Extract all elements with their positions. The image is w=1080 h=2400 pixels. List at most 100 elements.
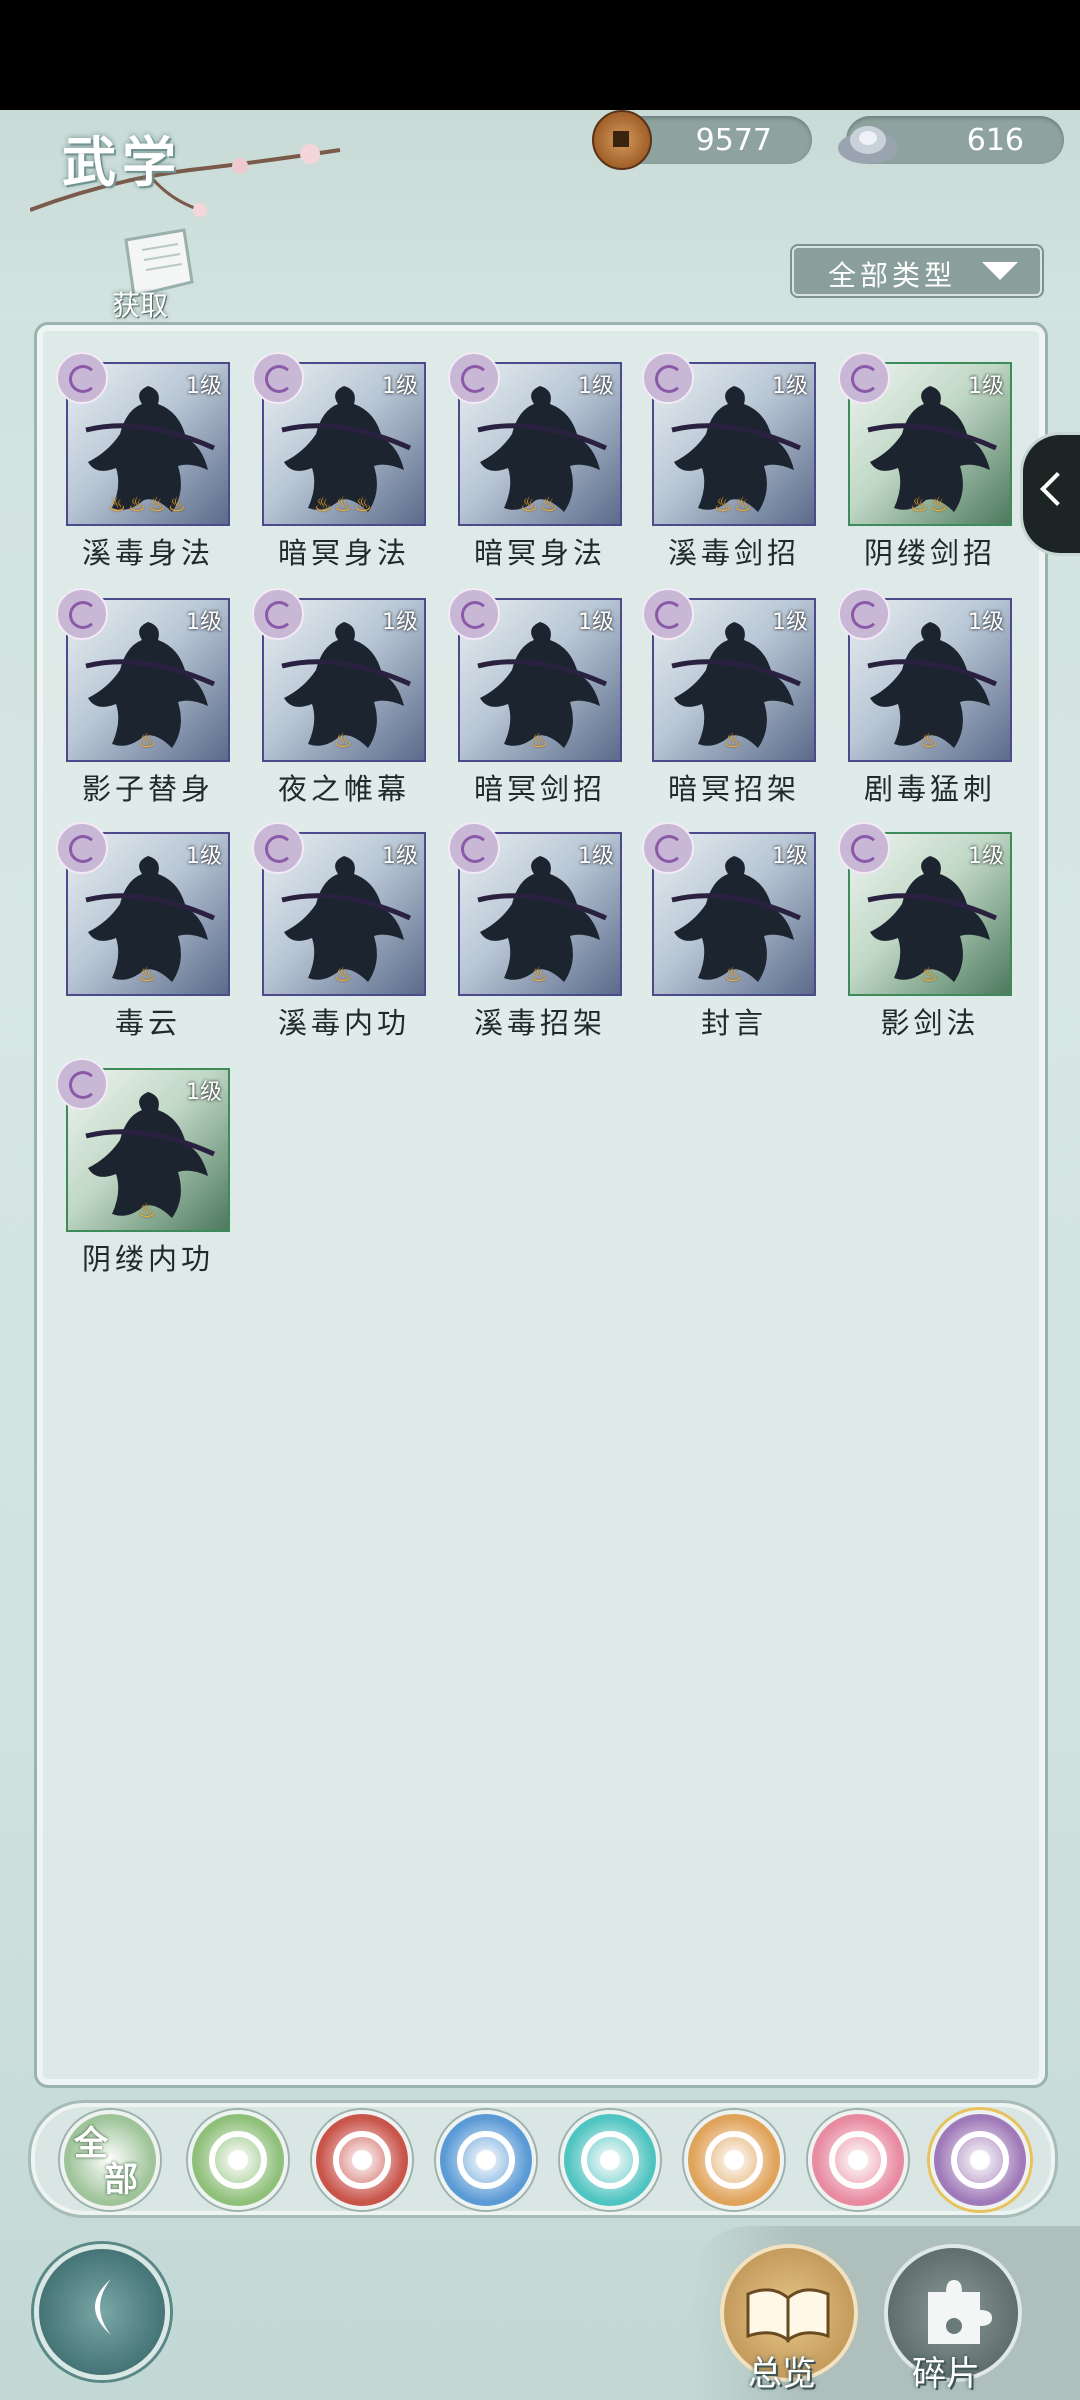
shield-icon <box>705 2131 763 2189</box>
rose-icon <box>252 588 304 640</box>
flame-icon: ♨ <box>334 728 354 752</box>
skill-level: 1级 <box>186 844 222 869</box>
skill-level: 1级 <box>578 374 614 399</box>
skill-name: 阴缕内功 <box>81 1242 214 1276</box>
flame-icon: ♨♨ <box>520 492 560 516</box>
skill-card[interactable]: 1级 ♨♨♨♨ <box>56 352 230 528</box>
flame-icon: ♨ <box>724 728 744 752</box>
rose-icon <box>642 588 694 640</box>
status-bar <box>0 0 1080 110</box>
skill-level: 1级 <box>578 610 614 635</box>
flame-icon: ♨ <box>138 962 158 986</box>
flame-icon: ♨ <box>920 728 940 752</box>
silver-currency: 616 <box>838 116 1064 164</box>
skill-level: 1级 <box>968 374 1004 399</box>
rose-icon <box>56 588 108 640</box>
skill-name: 溪毒内功 <box>277 1006 410 1040</box>
fragments-label[interactable]: 碎片 <box>912 2346 980 2395</box>
rose-icon <box>838 588 890 640</box>
skill-card[interactable]: 1级 ♨ <box>448 822 622 998</box>
copper-currency: 9577 <box>592 110 812 170</box>
rose-icon <box>56 352 108 404</box>
skill-name: 暗冥剑招 <box>473 772 606 806</box>
skill-level: 1级 <box>968 610 1004 635</box>
back-arrow-icon <box>95 2279 111 2335</box>
back-button[interactable] <box>34 2244 170 2380</box>
flame-icon: ♨ <box>138 728 158 752</box>
skill-card[interactable]: 1级 ♨ <box>448 588 622 764</box>
skill-level: 1级 <box>578 844 614 869</box>
skill-level: 1级 <box>186 1080 222 1105</box>
skill-level: 1级 <box>772 610 808 635</box>
skill-card[interactable]: 1级 ♨ <box>838 822 1012 998</box>
flame-icon: ♨♨♨♨ <box>108 492 188 516</box>
copper-amount: 9577 <box>695 123 772 158</box>
flame-icon: ♨♨♨ <box>314 492 374 516</box>
flame-icon: ♨ <box>334 962 354 986</box>
skill-level: 1级 <box>382 610 418 635</box>
skill-level: 1级 <box>186 610 222 635</box>
fire-icon <box>333 2131 391 2189</box>
skill-card[interactable]: 1级 ♨ <box>56 1058 230 1234</box>
overview-label[interactable]: 总览 <box>748 2346 816 2395</box>
tab-blade[interactable] <box>188 2110 288 2210</box>
acquire-label[interactable]: 获取 <box>112 284 168 324</box>
rose-icon <box>448 822 500 874</box>
rose-icon <box>642 822 694 874</box>
silver-ingot-icon <box>838 126 898 164</box>
flame-icon: ♨♨ <box>714 492 754 516</box>
rose-icon <box>448 588 500 640</box>
skill-name: 影子替身 <box>81 772 214 806</box>
rose-icon <box>838 822 890 874</box>
skill-level: 1级 <box>186 374 222 399</box>
page-title: 武学 <box>62 130 182 194</box>
skill-name: 暗冥招架 <box>667 772 800 806</box>
moon-icon <box>829 2131 887 2189</box>
rose-icon <box>642 352 694 404</box>
skill-card[interactable]: 1级 ♨ <box>56 822 230 998</box>
rose-icon <box>56 1058 108 1110</box>
rose-icon <box>252 352 304 404</box>
type-filter-dropdown[interactable]: 全部类型 <box>792 246 1042 296</box>
skill-name: 溪毒剑招 <box>667 536 800 570</box>
skill-name: 影剑法 <box>880 1006 980 1040</box>
copper-coin-icon <box>592 110 652 170</box>
skill-card[interactable]: 1级 ♨ <box>642 588 816 764</box>
skill-name: 剧毒猛刺 <box>863 772 996 806</box>
chevron-down-icon <box>982 262 1018 280</box>
skill-card[interactable]: 1级 ♨♨♨ <box>252 352 426 528</box>
skill-level: 1级 <box>772 374 808 399</box>
tab-rose[interactable] <box>930 2110 1030 2210</box>
skill-card[interactable]: 1级 ♨♨ <box>838 352 1012 528</box>
skill-name: 封言 <box>700 1006 767 1040</box>
rose-icon <box>56 822 108 874</box>
rose-icon <box>951 2131 1009 2189</box>
flame-icon: ♨ <box>530 728 550 752</box>
tab-all-label-bottom: 部 <box>104 2160 138 2200</box>
tab-water[interactable] <box>436 2110 536 2210</box>
skill-card[interactable]: 1级 ♨ <box>252 822 426 998</box>
skill-level: 1级 <box>968 844 1004 869</box>
silver-amount: 616 <box>966 123 1024 158</box>
tab-fire[interactable] <box>312 2110 412 2210</box>
rose-icon <box>448 352 500 404</box>
skill-card[interactable]: 1级 ♨ <box>56 588 230 764</box>
skill-card[interactable]: 1级 ♨ <box>838 588 1012 764</box>
rose-icon <box>252 822 304 874</box>
tab-all-label-top: 全 <box>74 2124 108 2164</box>
rose-icon <box>838 352 890 404</box>
tab-shield[interactable] <box>684 2110 784 2210</box>
skill-card[interactable]: 1级 ♨♨ <box>448 352 622 528</box>
skill-name: 暗冥身法 <box>473 536 606 570</box>
skill-card[interactable]: 1级 ♨ <box>642 822 816 998</box>
skill-card[interactable]: 1级 ♨♨ <box>642 352 816 528</box>
tab-butterfly[interactable] <box>560 2110 660 2210</box>
butterfly-icon <box>581 2131 639 2189</box>
flame-icon: ♨ <box>530 962 550 986</box>
wave-icon <box>457 2131 515 2189</box>
skill-level: 1级 <box>382 844 418 869</box>
flame-icon: ♨ <box>920 962 940 986</box>
skill-card[interactable]: 1级 ♨ <box>252 588 426 764</box>
tab-moon[interactable] <box>808 2110 908 2210</box>
flame-icon: ♨ <box>138 1198 158 1222</box>
